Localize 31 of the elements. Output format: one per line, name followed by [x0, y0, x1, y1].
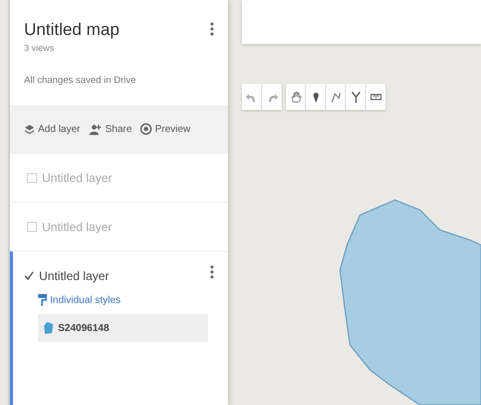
layer-name[interactable]: Untitled layer	[39, 269, 110, 283]
line-tool-icon	[330, 91, 342, 103]
more-vertical-icon	[210, 22, 214, 36]
polygon-icon	[44, 322, 54, 334]
view-count: 3 views	[24, 43, 56, 53]
paint-roller-icon	[38, 294, 47, 306]
feature-name[interactable]: S24096148	[58, 322, 110, 334]
share-button[interactable]: Share	[88, 122, 132, 136]
undo-tool-button[interactable]	[242, 84, 262, 110]
hand-icon	[290, 91, 302, 103]
style-link[interactable]: Individual styles	[38, 294, 121, 306]
layers-icon	[24, 124, 35, 134]
layer-checkbox[interactable]	[24, 271, 34, 281]
map-title[interactable]: Untitled map	[24, 20, 136, 40]
eye-icon	[140, 123, 152, 135]
add-person-icon	[88, 124, 102, 134]
preview-button[interactable]: Preview	[140, 121, 191, 137]
route-icon	[350, 91, 362, 103]
route-tool-button[interactable]	[346, 84, 366, 110]
ruler-icon	[370, 91, 382, 103]
check-icon	[24, 271, 34, 281]
marker-tool-button[interactable]	[306, 84, 326, 110]
add-layer-button[interactable]: Add layer	[24, 122, 80, 136]
feature-item[interactable]: S24096148	[38, 314, 208, 342]
line-tool-tool-button[interactable]	[326, 84, 346, 110]
layer-item[interactable]: Untitled layer Individual styles S24096148	[10, 251, 228, 405]
more-vertical-icon	[210, 265, 214, 279]
ruler-tool-button[interactable]	[366, 84, 386, 110]
redo-tool-button[interactable]	[262, 84, 282, 110]
hand-tool-button[interactable]	[286, 84, 306, 110]
save-status: All changes saved in Drive	[24, 75, 136, 86]
